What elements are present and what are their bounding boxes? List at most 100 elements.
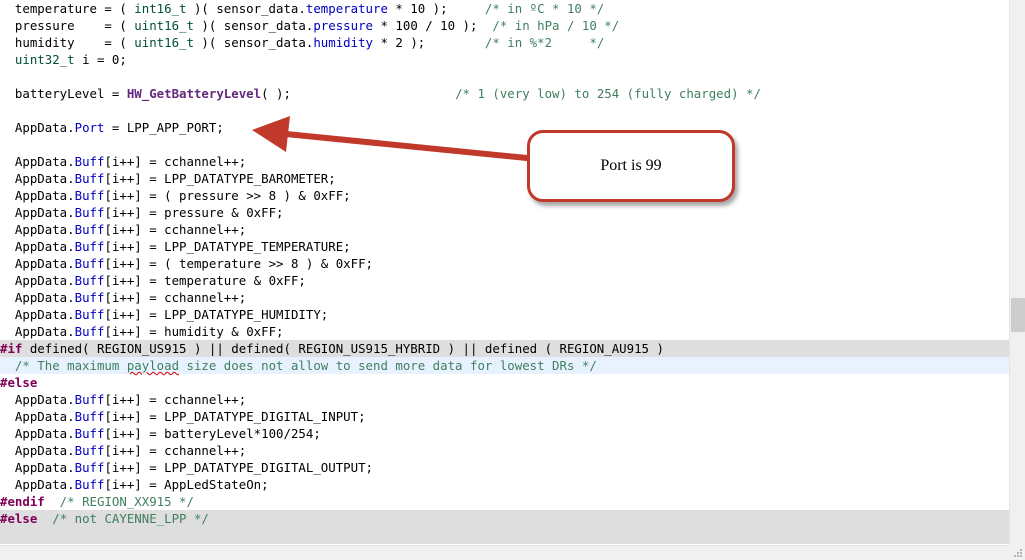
- code-line[interactable]: AppData.Buff[i++] = pressure & 0xFF;: [0, 204, 1009, 221]
- code-line[interactable]: AppData.Buff[i++] = LPP_DATATYPE_HUMIDIT…: [0, 306, 1009, 323]
- code-token: Buff: [74, 409, 105, 424]
- code-token: * 10 );: [387, 1, 485, 16]
- code-token: AppData.: [0, 290, 75, 305]
- code-token: uint16_t: [134, 35, 194, 50]
- code-token: Buff: [74, 443, 105, 458]
- code-line[interactable]: AppData.Buff[i++] = humidity & 0xFF;: [0, 323, 1009, 340]
- code-line[interactable]: #else /* not CAYENNE_LPP */: [0, 510, 1009, 527]
- code-token: AppData.: [0, 239, 75, 254]
- code-token: /* in %*2 */: [484, 35, 605, 50]
- code-line[interactable]: humidity = ( uint16_t )( sensor_data.hum…: [0, 34, 1009, 51]
- code-line[interactable]: /* The maximum payload size does not all…: [0, 357, 1009, 374]
- horizontal-scrollbar[interactable]: [0, 545, 1009, 560]
- code-line[interactable]: batteryLevel = HW_GetBatteryLevel( ); /*…: [0, 85, 1009, 102]
- code-line[interactable]: AppData.Buff[i++] = cchannel++;: [0, 221, 1009, 238]
- code-token: Buff: [74, 256, 105, 271]
- code-token: Buff: [74, 477, 105, 492]
- code-token: /* The maximum: [0, 358, 127, 373]
- code-token: /* 1 (very low) to 254 (fully charged) *…: [455, 86, 761, 101]
- code-token: AppData.: [0, 426, 75, 441]
- code-line[interactable]: #else: [0, 374, 1009, 391]
- code-token: Buff: [74, 239, 105, 254]
- code-token: humidity = (: [0, 35, 135, 50]
- code-line[interactable]: AppData.Buff[i++] = cchannel++;: [0, 153, 1009, 170]
- code-token: [i++] = cchannel++;: [104, 222, 247, 237]
- code-token: AppData.: [0, 222, 75, 237]
- code-token: HW_GetBatteryLevel: [126, 86, 262, 101]
- code-line[interactable]: #endif /* REGION_XX915 */: [0, 493, 1009, 510]
- code-token: temperature = (: [0, 1, 135, 16]
- code-line[interactable]: #if defined( REGION_US915 ) || defined( …: [0, 340, 1009, 357]
- code-token: [i++] = AppLedStateOn;: [104, 477, 269, 492]
- code-line[interactable]: [0, 102, 1009, 119]
- code-token: #else: [0, 375, 38, 390]
- code-line[interactable]: AppData.Buff[i++] = LPP_DATATYPE_DIGITAL…: [0, 408, 1009, 425]
- vertical-scrollbar-thumb[interactable]: [1011, 298, 1025, 332]
- code-token: [i++] = LPP_DATATYPE_BAROMETER;: [104, 171, 336, 186]
- code-token: uint32_t: [0, 52, 75, 67]
- code-line[interactable]: [0, 527, 1009, 544]
- code-token: Buff: [74, 324, 105, 339]
- code-line[interactable]: AppData.Buff[i++] = cchannel++;: [0, 391, 1009, 408]
- code-token: [i++] = cchannel++;: [104, 392, 247, 407]
- code-token: /* in hPa / 10 */: [492, 18, 620, 33]
- code-token: pressure = (: [0, 18, 135, 33]
- code-token: ( );: [261, 86, 456, 101]
- vertical-scrollbar[interactable]: [1009, 0, 1025, 545]
- code-token: Buff: [74, 171, 105, 186]
- code-token: [i++] = LPP_DATATYPE_HUMIDITY;: [104, 307, 329, 322]
- code-token: AppData.: [0, 188, 75, 203]
- resize-grip-icon[interactable]: [1013, 548, 1023, 558]
- code-token: Buff: [74, 273, 105, 288]
- code-token: [i++] = ( temperature >> 8 ) & 0xFF;: [104, 256, 374, 271]
- code-token: size does not allow to send more data fo…: [179, 358, 597, 373]
- code-token: Buff: [74, 205, 105, 220]
- code-line[interactable]: AppData.Buff[i++] = cchannel++;: [0, 289, 1009, 306]
- code-token: #else: [0, 511, 38, 526]
- code-token: uint16_t: [134, 18, 194, 33]
- code-token: [i++] = humidity & 0xFF;: [104, 324, 284, 339]
- code-line[interactable]: AppData.Buff[i++] = ( temperature >> 8 )…: [0, 255, 1009, 272]
- code-token: Buff: [74, 392, 105, 407]
- code-line[interactable]: AppData.Buff[i++] = LPP_DATATYPE_DIGITAL…: [0, 459, 1009, 476]
- code-token: /* in ºC * 10 */: [484, 1, 605, 16]
- code-token: AppData.: [0, 154, 75, 169]
- code-token: #if: [0, 341, 23, 356]
- code-line[interactable]: pressure = ( uint16_t )( sensor_data.pre…: [0, 17, 1009, 34]
- code-line[interactable]: AppData.Buff[i++] = temperature & 0xFF;: [0, 272, 1009, 289]
- code-token: AppData.: [0, 324, 75, 339]
- code-line[interactable]: [0, 68, 1009, 85]
- code-token: humidity: [313, 35, 374, 50]
- code-token: [i++] = cchannel++;: [104, 290, 247, 305]
- code-line[interactable]: AppData.Port = LPP_APP_PORT;: [0, 119, 1009, 136]
- code-line[interactable]: AppData.Buff[i++] = ( pressure >> 8 ) & …: [0, 187, 1009, 204]
- code-line[interactable]: AppData.Buff[i++] = cchannel++;: [0, 442, 1009, 459]
- code-token: payload: [126, 358, 180, 373]
- code-editor[interactable]: temperature = ( int16_t )( sensor_data.t…: [0, 0, 1009, 545]
- code-token: AppData.: [0, 460, 75, 475]
- code-line[interactable]: AppData.Buff[i++] = batteryLevel*100/254…: [0, 425, 1009, 442]
- code-token: [i++] = LPP_DATATYPE_TEMPERATURE;: [104, 239, 351, 254]
- code-line[interactable]: temperature = ( int16_t )( sensor_data.t…: [0, 0, 1009, 17]
- code-token: Buff: [74, 290, 105, 305]
- code-line[interactable]: [0, 136, 1009, 153]
- code-token: AppData.: [0, 409, 75, 424]
- code-token: batteryLevel =: [0, 86, 127, 101]
- code-token: Port: [74, 120, 105, 135]
- code-line[interactable]: uint32_t i = 0;: [0, 51, 1009, 68]
- code-line[interactable]: AppData.Buff[i++] = LPP_DATATYPE_BAROMET…: [0, 170, 1009, 187]
- scrollbar-corner: [1009, 545, 1025, 560]
- code-token: = LPP_APP_PORT;: [104, 120, 224, 135]
- code-token: AppData.: [0, 120, 75, 135]
- code-token: AppData.: [0, 273, 75, 288]
- code-line[interactable]: AppData.Buff[i++] = LPP_DATATYPE_TEMPERA…: [0, 238, 1009, 255]
- annotation-callout: Port is 99: [527, 130, 735, 202]
- code-token: int16_t: [134, 1, 187, 16]
- code-token: AppData.: [0, 205, 75, 220]
- code-token: AppData.: [0, 392, 75, 407]
- code-line[interactable]: AppData.Buff[i++] = AppLedStateOn;: [0, 476, 1009, 493]
- code-token: )( sensor_data.: [186, 1, 306, 16]
- code-token: #endif: [0, 494, 45, 509]
- code-token: Buff: [74, 154, 105, 169]
- code-token: AppData.: [0, 256, 75, 271]
